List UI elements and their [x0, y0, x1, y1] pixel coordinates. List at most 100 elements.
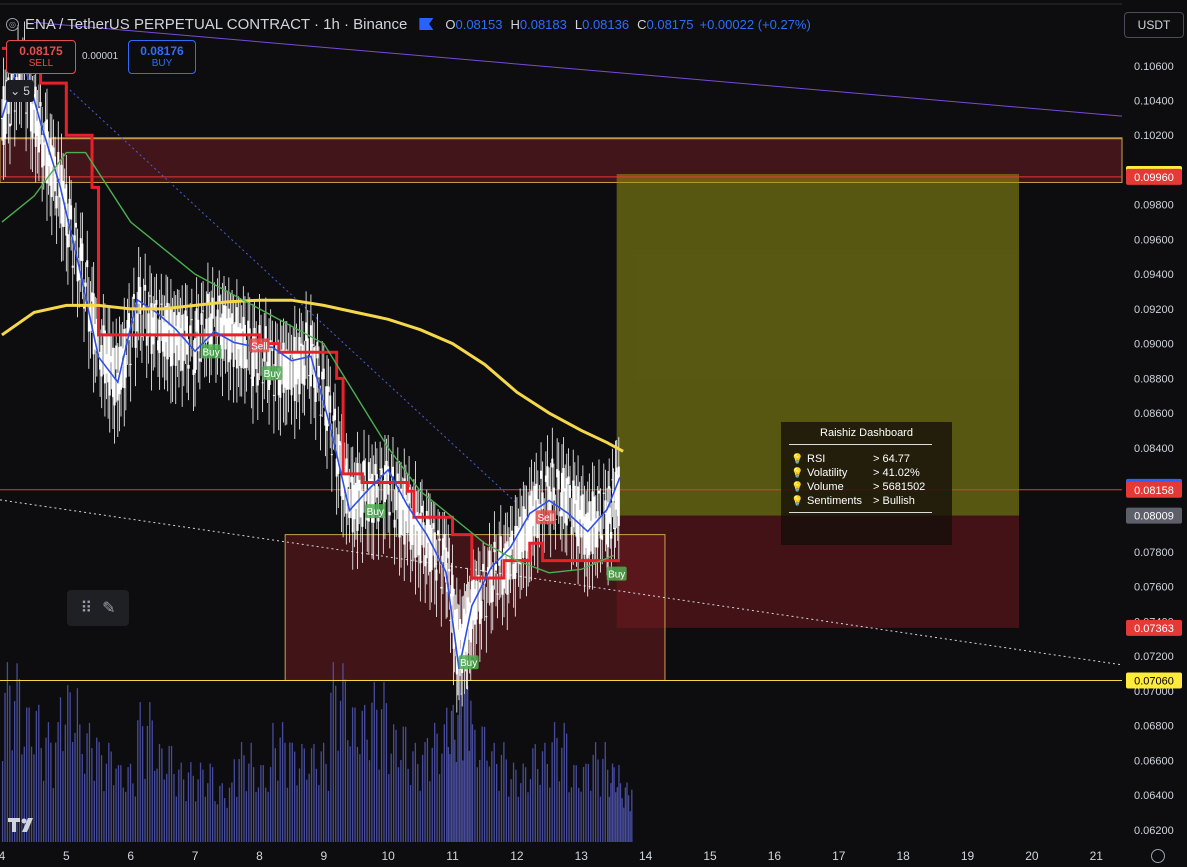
volume-bar: [426, 737, 429, 842]
buy-button[interactable]: 0.08176 BUY: [128, 40, 196, 74]
volume-bar: [359, 754, 361, 842]
volume-bar: [156, 768, 158, 842]
drag-handle-icon[interactable]: ⠿: [80, 598, 92, 618]
volume-bar: [84, 773, 86, 842]
price-tag-label: 0.07060: [1134, 675, 1174, 687]
volume-bar: [81, 754, 83, 842]
volume-bar: [488, 766, 491, 842]
volume-bar: [505, 759, 507, 842]
volume-bar: [510, 779, 512, 842]
volume-bar: [388, 774, 390, 842]
candle-body: [380, 468, 383, 475]
candle-body: [348, 489, 351, 518]
price-chart[interactable]: Buy Sell Buy Buy Sell Buy Buy 0.10600 0.10400 0.…: [0, 0, 1187, 867]
volume-bar: [585, 763, 587, 842]
volume-bar: [447, 747, 450, 842]
volume-bar: [503, 742, 505, 842]
price-tag: 0.07363: [1126, 619, 1182, 636]
volume-bar: [474, 729, 476, 842]
volume-bar: [79, 724, 81, 842]
y-tick-label: 0.09800: [1134, 200, 1174, 212]
volume-bar: [154, 770, 156, 842]
volume-bar: [294, 751, 296, 842]
candle-body: [393, 519, 396, 528]
y-tick-label: 0.06800: [1134, 721, 1174, 733]
volume-bar: [602, 758, 604, 842]
volume-bar: [108, 742, 110, 842]
settings-gear-icon[interactable]: [1151, 849, 1165, 863]
volume-bar: [476, 767, 478, 842]
volume-bar: [173, 774, 175, 842]
volume-bar: [568, 792, 570, 842]
sell-signal-label: Sell: [251, 341, 268, 352]
dashboard-value: > 41.02%: [873, 467, 920, 479]
volume-bar: [71, 741, 74, 842]
volume-bar: [390, 753, 392, 842]
symbol-icon[interactable]: ◎: [6, 17, 19, 31]
x-tick-label: 8: [256, 849, 263, 863]
volume-bar: [291, 742, 293, 842]
buy-signal: Buy: [201, 344, 222, 359]
volume-bar: [55, 742, 57, 842]
volume-bar: [590, 790, 592, 842]
candle-body: [158, 319, 161, 354]
volume-bar: [424, 742, 426, 842]
y-tick-label: 0.10200: [1134, 130, 1174, 142]
volume-bar: [151, 720, 153, 842]
price-tag: 0.08158: [1126, 481, 1182, 498]
candle-body: [420, 505, 423, 513]
volume-bar: [76, 688, 79, 842]
volume-bar: [578, 787, 580, 842]
candle-body: [155, 300, 158, 305]
volume-bar: [149, 702, 151, 842]
volume-bar: [310, 748, 313, 842]
volume-bar: [463, 692, 466, 842]
high-value: 0.08183: [519, 16, 567, 32]
volume-bar: [250, 742, 252, 842]
candle-body: [322, 368, 325, 380]
volume-bar: [243, 755, 245, 842]
indicators-collapse-button[interactable]: ⌄ 5: [6, 80, 34, 102]
volume-bar: [286, 787, 289, 842]
volume-bar: [47, 722, 50, 842]
volume-bar: [50, 742, 52, 842]
candle-body: [189, 325, 192, 334]
volume-bar: [570, 787, 573, 842]
volume-bar: [627, 795, 630, 842]
volume-bar: [187, 772, 190, 842]
candle-body: [443, 534, 446, 550]
volume-bar: [500, 754, 503, 842]
candle-body: [437, 530, 440, 536]
dashboard-row: 💡 Volume > 5681502: [781, 480, 952, 494]
candle-body: [303, 365, 306, 386]
symbol-title[interactable]: ENA / TetherUS PERPETUAL CONTRACT · 1h ·…: [25, 16, 407, 33]
candle-body: [316, 341, 319, 359]
volume-bar: [522, 763, 524, 842]
brush-icon[interactable]: ✎: [102, 598, 115, 618]
volume-bar: [592, 754, 594, 842]
volume-bar: [431, 747, 433, 842]
candle-body: [494, 564, 497, 571]
volume-bar: [306, 779, 308, 842]
volume-bar: [417, 763, 419, 842]
volume-bar: [563, 722, 565, 842]
sell-button[interactable]: 0.08175 SELL: [6, 40, 76, 74]
volume-bar: [449, 754, 451, 842]
volume-bar: [255, 792, 257, 842]
volume-bar: [45, 737, 47, 842]
volume-bar: [486, 760, 488, 842]
candle-body: [485, 616, 488, 618]
currency-button[interactable]: USDT: [1124, 12, 1184, 38]
volume-bar: [455, 762, 458, 842]
y-tick-label: 0.09400: [1134, 269, 1174, 281]
candle-body: [166, 302, 169, 360]
volume-bar: [446, 707, 448, 842]
tradingview-logo[interactable]: [8, 815, 38, 838]
drawing-toolbar[interactable]: ⠿ ✎: [67, 590, 129, 626]
candle-body: [136, 313, 139, 332]
flag-icon[interactable]: [419, 18, 434, 30]
volume-bar: [134, 796, 136, 842]
x-tick-label: 16: [768, 849, 782, 863]
volume-bar: [42, 780, 45, 842]
x-tick-label: 17: [832, 849, 846, 863]
